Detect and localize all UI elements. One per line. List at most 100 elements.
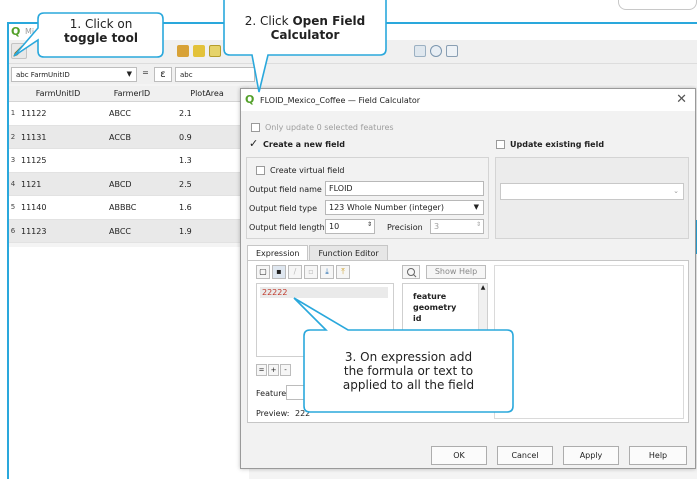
cell-farmerid[interactable]: ABCC <box>99 102 165 125</box>
create-new-field-checkbox[interactable]: ✓ Create a new field <box>249 138 345 149</box>
only-selected-checkbox[interactable]: Only update 0 selected features <box>251 123 394 132</box>
update-existing-field-checkbox[interactable]: Update existing field <box>496 140 604 149</box>
filter-operator[interactable]: = <box>140 68 151 81</box>
cell-farmerid[interactable]: ABCD <box>99 173 165 196</box>
ok-button[interactable]: OK <box>431 446 487 465</box>
callout-step1-line2: toggle tool <box>64 31 138 45</box>
filter-field-select[interactable]: abc FarmUnitID ▼ <box>11 67 137 82</box>
toolbar-icon-c[interactable] <box>209 45 221 57</box>
cell-farmunitid[interactable]: 1121 <box>17 173 99 196</box>
cell-farmunitid[interactable]: 11131 <box>17 126 99 149</box>
function-list[interactable]: feature geometry id ▲ <box>402 283 488 357</box>
expression-tab-panel: ▢ ▪ / ▫ ⤓ ⤒ 22222 Show Help feature geom… <box>247 260 689 423</box>
function-item-geometry[interactable]: geometry <box>403 302 487 313</box>
spinner-icon: ⇕ <box>366 221 372 228</box>
table-row[interactable]: 5 11140 ABBBC 1.6 <box>9 196 249 220</box>
existing-field-select[interactable]: ⌄ <box>500 183 684 200</box>
close-icon[interactable]: ✕ <box>676 92 687 107</box>
preview-value: 222 <box>295 409 311 418</box>
cell-farmunitid[interactable]: 11122 <box>17 102 99 125</box>
table-row[interactable]: 6 11123 ABCC 1.9 <box>9 219 249 243</box>
cell-plotarea[interactable]: 2.5 <box>165 173 249 196</box>
field-calculator-titlebar: Q FLOID_Mexico_Coffee — Field Calculator… <box>241 89 695 111</box>
table-row[interactable]: 2 11131 ACCB 0.9 <box>9 125 249 149</box>
function-item-id[interactable]: id <box>403 313 487 324</box>
expression-toolbar: ▢ ▪ / ▫ ⤓ ⤒ <box>256 265 352 279</box>
row-number: 1 <box>10 109 16 117</box>
callout-step1-line1: 1. Click on <box>69 17 133 31</box>
tab-expression[interactable]: Expression <box>247 245 309 261</box>
toolbar-icon-e[interactable] <box>446 45 458 57</box>
chevron-down-icon: ▼ <box>126 70 132 78</box>
table-row[interactable]: 1 11122 ABCC 2.1 <box>9 102 249 126</box>
cell-farmerid[interactable]: ABCC <box>99 220 165 243</box>
operator-plus-button[interactable]: + <box>268 364 279 376</box>
precision-input[interactable]: 3 ⇕ <box>430 219 484 234</box>
callout-step3-line3: applied to all the field <box>342 378 475 392</box>
toolbar-icon-d[interactable] <box>414 45 426 57</box>
row-number: 4 <box>10 179 16 188</box>
cell-plotarea[interactable]: 1.3 <box>165 149 249 172</box>
create-virtual-field-label: Create virtual field <box>270 166 345 175</box>
column-header-farmerid[interactable]: FarmerID <box>99 86 165 101</box>
table-row[interactable]: 3 11125 1.3 <box>9 149 249 173</box>
row-number: 5 <box>10 203 16 211</box>
filter-value-input[interactable]: abc <box>175 67 255 82</box>
zoom-icon[interactable] <box>430 45 442 57</box>
delete-icon[interactable]: ▫ <box>304 265 318 279</box>
new-file-icon[interactable]: ▢ <box>256 265 270 279</box>
operator-equals-button[interactable]: = <box>256 364 267 376</box>
function-item-feature[interactable]: feature <box>403 284 487 302</box>
apply-button[interactable]: Apply <box>563 446 619 465</box>
export-icon[interactable]: ⤒ <box>336 265 350 279</box>
cell-farmerid[interactable] <box>99 149 165 172</box>
table-row[interactable]: 4 1121 ABCD 2.5 <box>9 172 249 196</box>
chevron-down-icon: ▼ <box>473 203 479 211</box>
show-help-button[interactable]: Show Help <box>426 265 486 279</box>
checkbox-box <box>256 166 265 175</box>
attribute-grid: FarmUnitID FarmerID PlotArea 1 11122 ABC… <box>9 86 249 243</box>
toolbar-icon-b[interactable] <box>193 45 205 57</box>
column-header-plotarea[interactable]: PlotArea <box>165 86 249 101</box>
edit-icon[interactable]: / <box>288 265 302 279</box>
cell-farmerid[interactable]: ABBBC <box>99 196 165 219</box>
create-virtual-field-checkbox[interactable]: Create virtual field <box>256 166 345 175</box>
row-header-corner <box>9 86 17 101</box>
output-field-type-select[interactable]: 123 Whole Number (integer) ▼ <box>325 200 484 215</box>
cell-plotarea[interactable]: 0.9 <box>165 126 249 149</box>
row-number: 2 <box>10 132 16 141</box>
output-field-type-value: 123 Whole Number (integer) <box>329 203 444 212</box>
import-icon[interactable]: ⤓ <box>320 265 334 279</box>
grid-header: FarmUnitID FarmerID PlotArea <box>9 86 249 102</box>
help-button[interactable]: Help <box>629 446 687 465</box>
cell-farmunitid[interactable]: 11125 <box>17 149 99 172</box>
cell-farmunitid[interactable]: 11140 <box>17 196 99 219</box>
save-icon[interactable]: ▪ <box>272 265 286 279</box>
cell-plotarea[interactable]: 1.9 <box>165 220 249 243</box>
precision-label: Precision <box>387 223 423 232</box>
tab-function-editor[interactable]: Function Editor <box>309 245 388 261</box>
cell-farmunitid[interactable]: 11123 <box>17 220 99 243</box>
cell-farmerid[interactable]: ACCB <box>99 126 165 149</box>
expression-button[interactable]: ε <box>154 67 172 82</box>
toolbar-icon-a[interactable] <box>177 45 189 57</box>
output-field-name-input[interactable]: FLOID <box>325 181 484 196</box>
filter-row: abc FarmUnitID ▼ = ε abc <box>9 64 697 84</box>
cell-plotarea[interactable]: 2.1 <box>165 102 249 125</box>
cancel-button[interactable]: Cancel <box>497 446 553 465</box>
toggle-editing-button[interactable] <box>11 43 27 59</box>
preview-label: Preview: <box>256 409 290 418</box>
output-field-name-label: Output field name <box>249 185 322 194</box>
update-existing-field-group: ⌄ <box>495 157 689 239</box>
qgis-logo-icon: Q <box>245 93 255 106</box>
operator-minus-button[interactable]: - <box>280 364 291 376</box>
pencil-icon <box>13 45 25 57</box>
column-header-farmunitid[interactable]: FarmUnitID <box>17 86 99 101</box>
output-field-length-input[interactable]: 10 ⇕ <box>325 219 375 234</box>
function-list-scrollbar[interactable]: ▲ <box>478 284 487 356</box>
cell-plotarea[interactable]: 1.6 <box>165 196 249 219</box>
attribute-table-title: Mi <box>25 27 35 36</box>
expression-editor[interactable]: 22222 <box>256 283 394 357</box>
feature-label: Feature <box>256 389 287 398</box>
search-icon[interactable] <box>402 265 420 279</box>
